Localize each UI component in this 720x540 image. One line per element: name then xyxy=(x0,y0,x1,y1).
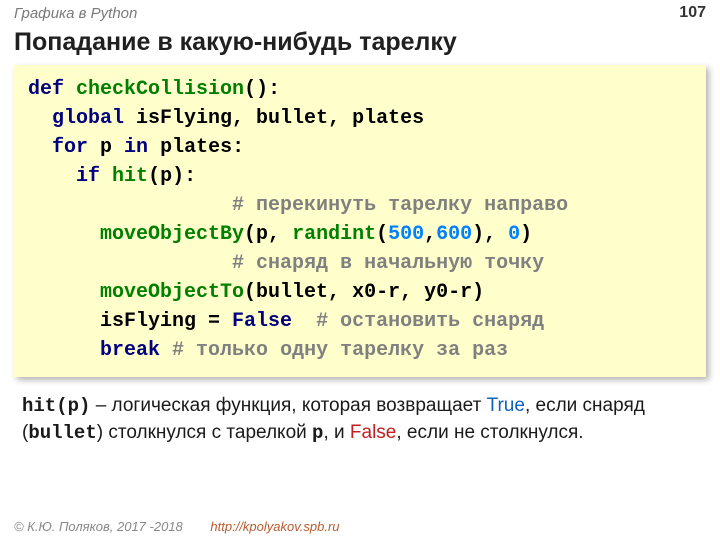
code-line: moveObjectBy(p, randint(500,600), 0) xyxy=(28,220,692,249)
footer-url: http://kpolyakov.spb.ru xyxy=(210,519,339,534)
code-ref: hit(p) xyxy=(22,395,90,417)
header-subject: Графика в Python xyxy=(14,5,137,22)
code-line: if hit(p): xyxy=(28,162,692,191)
true-word: True xyxy=(487,395,525,416)
slide-header: Графика в Python 107 xyxy=(0,0,720,24)
page-title: Попадание в какую-нибудь тарелку xyxy=(0,24,720,65)
false-word: False xyxy=(350,422,396,443)
explanation-text: hit(p) – логическая функция, которая воз… xyxy=(0,377,720,446)
code-block: def checkCollision(): global isFlying, b… xyxy=(14,65,706,377)
code-line: for p in plates: xyxy=(28,133,692,162)
code-line: global isFlying, bullet, plates xyxy=(28,104,692,133)
page-number: 107 xyxy=(679,4,706,22)
code-line: moveObjectTo(bullet, x0-r, y0-r) xyxy=(28,278,692,307)
copyright: © К.Ю. Поляков, 2017 -2018 xyxy=(14,519,183,534)
code-line: break # только одну тарелку за раз xyxy=(28,336,692,365)
slide-footer: © К.Ю. Поляков, 2017 -2018 http://kpolya… xyxy=(14,519,340,534)
code-line: def checkCollision(): xyxy=(28,75,692,104)
code-line: # снаряд в начальную точку xyxy=(28,249,692,278)
code-line: # перекинуть тарелку направо xyxy=(28,191,692,220)
code-line: isFlying = False # остановить снаряд xyxy=(28,307,692,336)
